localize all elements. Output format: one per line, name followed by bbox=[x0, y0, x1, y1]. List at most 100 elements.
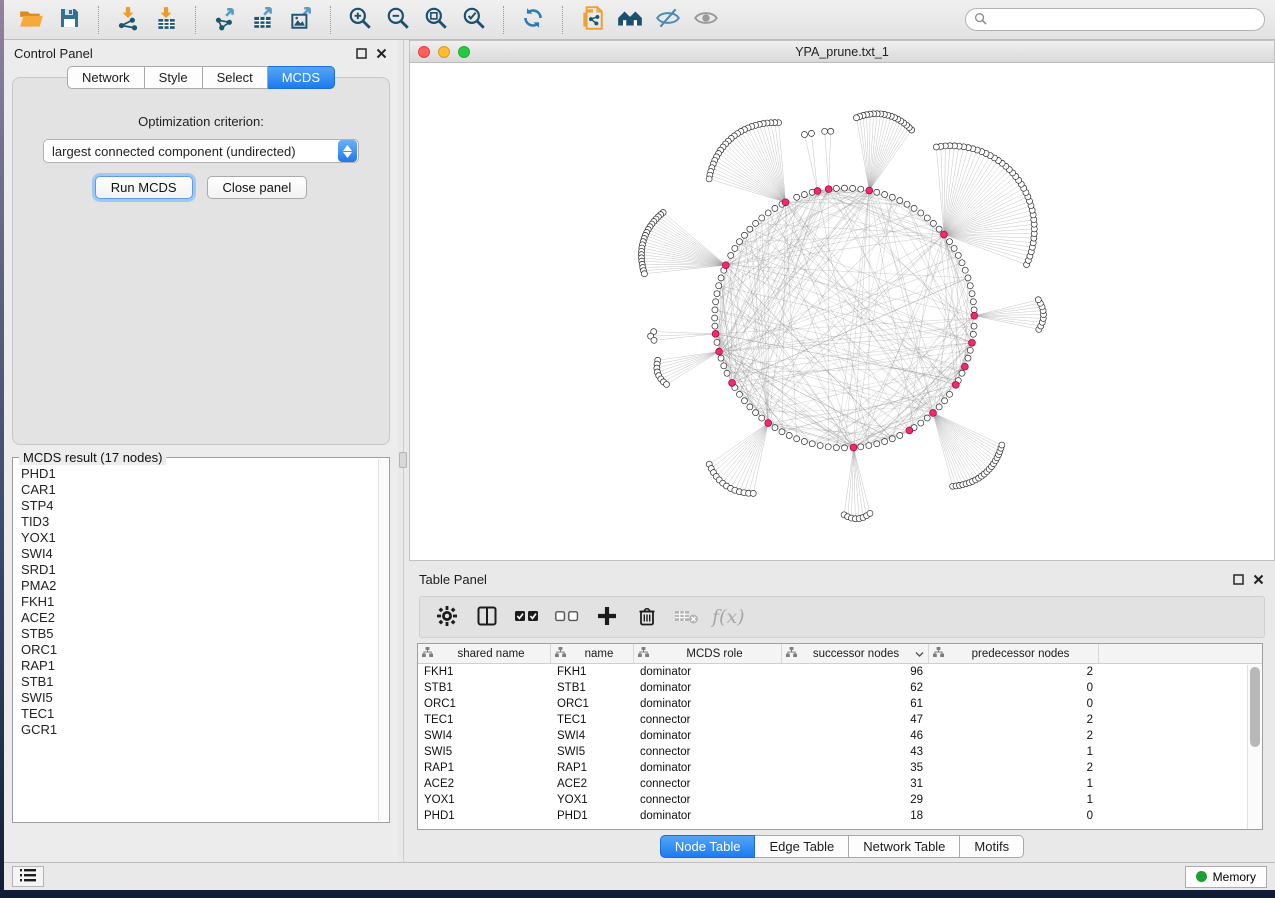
network-node[interactable] bbox=[897, 432, 903, 438]
save-session-button[interactable] bbox=[52, 4, 86, 36]
network-hub-node[interactable] bbox=[729, 380, 736, 387]
close-table-panel-button[interactable] bbox=[1251, 572, 1265, 586]
panel-splitter[interactable] bbox=[398, 40, 409, 862]
network-node[interactable] bbox=[842, 445, 848, 451]
network-node[interactable] bbox=[959, 370, 965, 376]
network-node[interactable] bbox=[833, 445, 839, 451]
network-node[interactable] bbox=[801, 192, 807, 198]
network-node[interactable] bbox=[971, 307, 977, 313]
network-node[interactable] bbox=[753, 410, 759, 416]
network-node[interactable] bbox=[858, 186, 864, 192]
network-node[interactable] bbox=[772, 205, 778, 211]
network-hub-node[interactable] bbox=[765, 420, 772, 427]
table-row[interactable]: PHD1PHD1dominator180 bbox=[418, 808, 1247, 824]
first-neighbors-button[interactable] bbox=[613, 4, 647, 36]
tab-network[interactable]: Network bbox=[67, 66, 145, 89]
network-node[interactable] bbox=[970, 331, 976, 337]
table-row[interactable]: RAP1RAP1dominator352 bbox=[418, 760, 1247, 776]
column-header-shared-name[interactable]: shared name bbox=[418, 644, 551, 663]
network-node[interactable] bbox=[747, 404, 753, 410]
network-node[interactable] bbox=[889, 194, 895, 200]
zoom-selected-button[interactable] bbox=[457, 4, 491, 36]
network-node[interactable] bbox=[965, 275, 971, 281]
column-header-name[interactable]: name bbox=[551, 644, 634, 663]
tab-network-table[interactable]: Network Table bbox=[849, 835, 960, 858]
tab-mcds[interactable]: MCDS bbox=[268, 66, 335, 89]
mcds-result-item[interactable]: SWI5 bbox=[21, 690, 387, 706]
network-node[interactable] bbox=[947, 391, 953, 397]
network-node[interactable] bbox=[718, 275, 724, 281]
network-hub-node[interactable] bbox=[825, 186, 832, 193]
export-network-button[interactable] bbox=[208, 4, 242, 36]
network-node[interactable] bbox=[716, 283, 722, 289]
float-table-panel-button[interactable] bbox=[1231, 572, 1245, 586]
network-node[interactable] bbox=[741, 232, 747, 238]
network-hub-node[interactable] bbox=[961, 363, 968, 370]
search-field[interactable] bbox=[965, 8, 1265, 31]
network-node[interactable] bbox=[962, 267, 968, 273]
network-hub-node[interactable] bbox=[850, 444, 857, 451]
new-network-from-selection-button[interactable] bbox=[575, 4, 609, 36]
network-node[interactable] bbox=[641, 271, 647, 277]
mcds-result-item[interactable]: CAR1 bbox=[21, 482, 387, 498]
zoom-out-button[interactable] bbox=[381, 4, 415, 36]
table-row[interactable]: STB1STB1dominator620 bbox=[418, 680, 1247, 696]
network-hub-node[interactable] bbox=[971, 312, 978, 319]
network-hub-node[interactable] bbox=[722, 262, 729, 269]
network-node[interactable] bbox=[853, 115, 859, 121]
network-hub-node[interactable] bbox=[782, 199, 789, 206]
network-node[interactable] bbox=[889, 436, 895, 442]
network-node[interactable] bbox=[779, 429, 785, 435]
network-node[interactable] bbox=[833, 185, 839, 191]
table-scrollbar[interactable] bbox=[1247, 665, 1262, 829]
table-row[interactable]: ACE2ACE2connector311 bbox=[418, 776, 1247, 792]
float-panel-button[interactable] bbox=[354, 46, 368, 60]
network-node[interactable] bbox=[911, 205, 917, 211]
network-node[interactable] bbox=[828, 128, 834, 134]
network-node[interactable] bbox=[882, 192, 888, 198]
network-node[interactable] bbox=[874, 441, 880, 447]
zoom-in-button[interactable] bbox=[343, 4, 377, 36]
network-window-titlebar[interactable]: YPA_prune.txt_1 bbox=[410, 41, 1274, 63]
network-node[interactable] bbox=[801, 132, 807, 138]
network-node[interactable] bbox=[706, 176, 712, 182]
network-node[interactable] bbox=[750, 490, 756, 496]
network-node[interactable] bbox=[897, 198, 903, 204]
network-node[interactable] bbox=[933, 144, 939, 150]
network-node[interactable] bbox=[747, 226, 753, 232]
network-node[interactable] bbox=[801, 438, 807, 444]
network-node[interactable] bbox=[882, 438, 888, 444]
tab-edge-table[interactable]: Edge Table bbox=[755, 835, 849, 858]
import-network-button[interactable] bbox=[111, 4, 145, 36]
create-column-button[interactable] bbox=[592, 602, 622, 632]
mcds-result-list[interactable]: PHD1CAR1STP4TID3YOX1SWI4SRD1PMA2FKH1ACE2… bbox=[13, 458, 389, 822]
network-node[interactable] bbox=[936, 404, 942, 410]
mcds-result-item[interactable]: YOX1 bbox=[21, 530, 387, 546]
mcds-result-item[interactable]: RAP1 bbox=[21, 658, 387, 674]
network-node[interactable] bbox=[967, 283, 973, 289]
table-scrollbar-thumb[interactable] bbox=[1250, 667, 1260, 747]
network-node[interactable] bbox=[924, 415, 930, 421]
mcds-result-item[interactable]: SWI4 bbox=[21, 546, 387, 562]
table-row[interactable]: YOX1YOX1connector291 bbox=[418, 792, 1247, 808]
mcds-result-item[interactable]: TID3 bbox=[21, 514, 387, 530]
network-node[interactable] bbox=[772, 425, 778, 431]
table-row[interactable]: SWI4SWI4dominator462 bbox=[418, 728, 1247, 744]
deselect-all-rows-button[interactable] bbox=[552, 602, 582, 632]
mcds-result-item[interactable]: ACE2 bbox=[21, 610, 387, 626]
network-node[interactable] bbox=[842, 185, 848, 191]
mcds-result-item[interactable]: TEC1 bbox=[21, 706, 387, 722]
column-header-successor-nodes[interactable]: successor nodes bbox=[782, 644, 929, 663]
table-row[interactable]: ORC1ORC1dominator610 bbox=[418, 696, 1247, 712]
function-builder-button[interactable]: f(x) bbox=[712, 606, 745, 628]
network-hub-node[interactable] bbox=[941, 231, 948, 238]
network-node[interactable] bbox=[736, 239, 742, 245]
network-node[interactable] bbox=[970, 299, 976, 305]
mcds-result-item[interactable]: FKH1 bbox=[21, 594, 387, 610]
network-node[interactable] bbox=[955, 252, 961, 258]
network-node[interactable] bbox=[664, 381, 670, 387]
network-node[interactable] bbox=[794, 436, 800, 442]
export-table-button[interactable] bbox=[246, 4, 280, 36]
network-hub-node[interactable] bbox=[866, 187, 873, 194]
network-node[interactable] bbox=[967, 347, 973, 353]
